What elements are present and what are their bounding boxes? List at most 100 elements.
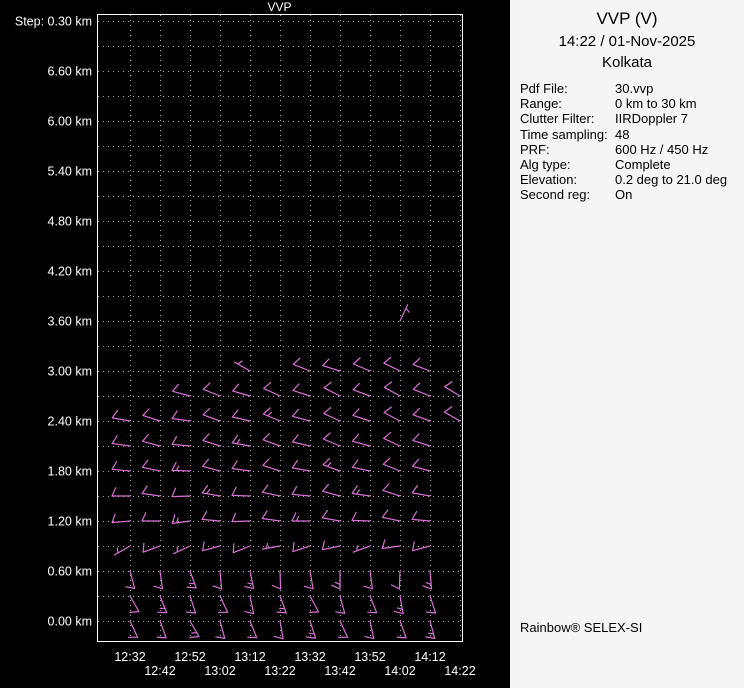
- wind-barb: [412, 541, 431, 552]
- wind-barb: [111, 513, 131, 524]
- y-tick-label: Step: 0.30 km: [15, 15, 92, 29]
- wind-barb: [111, 409, 131, 422]
- wind-barb: [352, 545, 371, 553]
- wind-barb: [321, 540, 341, 551]
- wind-barb: [291, 459, 311, 472]
- wind-barb: [141, 512, 161, 522]
- wind-barb: [292, 383, 311, 397]
- y-tick-label: 6.00 km: [48, 115, 92, 129]
- wind-barb: [382, 483, 401, 497]
- wind-barb: [383, 381, 401, 397]
- y-tick-label: 5.40 km: [48, 165, 92, 179]
- wind-barb: [201, 511, 221, 522]
- info-value: 0 km to 30 km: [615, 96, 697, 112]
- vvp-window: VVP Step: 0.30 km 6.60 km 6.00 km 5.40 km 4.8…: [0, 0, 744, 688]
- info-row-elevation: Elevation: 0.2 deg to 21.0 deg: [520, 172, 744, 187]
- wind-barb: [142, 542, 161, 553]
- wind-barb: [323, 407, 341, 422]
- y-tick-label: 1.80 km: [48, 465, 92, 479]
- wind-barb: [352, 408, 371, 422]
- wind-barb: [186, 595, 197, 614]
- wind-barb: [262, 432, 281, 447]
- wind-barb: [412, 382, 431, 397]
- x-tick-label: 14:12: [414, 650, 445, 664]
- info-row-prf: PRF: 600 Hz / 450 Hz: [520, 142, 744, 157]
- info-row-range: Range: 0 km to 30 km: [520, 96, 744, 111]
- wind-barb: [292, 408, 311, 422]
- brand-footer: Rainbow® SELEX-SI: [520, 620, 643, 635]
- wind-barb: [352, 382, 371, 397]
- y-tick-label: 0.00 km: [48, 615, 92, 629]
- wind-barb: [262, 458, 281, 472]
- info-label: Time sampling:: [520, 126, 608, 142]
- wind-barb: [232, 543, 251, 554]
- info-row-time-sampling: Time sampling: 48: [520, 127, 744, 142]
- wind-barb: [202, 382, 221, 397]
- y-tick-label: 6.60 km: [48, 65, 92, 79]
- wind-barb: [322, 358, 341, 372]
- wind-barb: [306, 620, 317, 639]
- wind-barb: [261, 484, 281, 497]
- wind-barb: [444, 381, 461, 397]
- info-label: Second reg:: [520, 187, 591, 203]
- wind-barb: [271, 570, 282, 590]
- info-row-pdf-file: Pdf File: 30.vvp: [520, 81, 744, 96]
- wind-barb: [426, 595, 437, 614]
- wind-barb: [338, 620, 349, 638]
- info-panel: VVP (V) 14:22 / 01-Nov-2025 Kolkata Pdf …: [510, 0, 744, 688]
- x-tick-label: 13:02: [204, 664, 235, 678]
- x-tick-label: 13:32: [294, 650, 325, 664]
- wind-barb: [412, 357, 431, 372]
- wind-barb: [202, 541, 221, 552]
- wind-barb: [247, 620, 258, 639]
- info-row-alg-type: Alg type: Complete: [520, 157, 744, 172]
- x-tick-label: 13:22: [264, 664, 295, 678]
- wind-barb: [244, 570, 255, 590]
- wind-barb: [231, 512, 251, 523]
- y-tick-label: 0.60 km: [48, 565, 92, 579]
- info-label: Alg type:: [520, 157, 571, 173]
- wind-barb: [111, 461, 131, 472]
- wind-barb: [399, 304, 410, 322]
- wind-barb: [153, 570, 164, 590]
- wind-barb: [202, 458, 221, 472]
- wind-barb: [244, 595, 255, 615]
- wind-barb: [129, 595, 140, 613]
- wind-barb: [171, 487, 191, 498]
- wind-barb: [352, 357, 371, 372]
- wind-barb: [411, 484, 431, 497]
- wind-barb: [113, 545, 131, 556]
- wind-barb: [142, 433, 161, 447]
- wind-barb: [142, 408, 161, 422]
- wind-barb: [351, 485, 371, 497]
- x-tick-label: 13:12: [234, 650, 265, 664]
- wind-barb: [173, 545, 191, 555]
- y-axis-labels: Step: 0.30 km 6.60 km 6.00 km 5.40 km 4.80 k…: [15, 15, 92, 629]
- info-label: PRF:: [520, 141, 550, 157]
- wind-barb: [292, 542, 311, 553]
- wind-barb: [141, 459, 161, 472]
- wind-barb: [276, 595, 287, 614]
- info-value: 48: [615, 126, 630, 142]
- wind-barb: [443, 406, 461, 422]
- wind-barb: [202, 407, 221, 422]
- wind-barb: [231, 434, 251, 447]
- wind-barb: [189, 620, 200, 638]
- wind-barbs: [111, 304, 461, 640]
- x-axis-labels: 12:3212:4212:5213:0213:1213:2213:3213:42…: [114, 650, 475, 678]
- wind-barb: [303, 570, 314, 590]
- wind-barb: [261, 510, 281, 522]
- wind-barb: [393, 595, 404, 615]
- wind-barb: [322, 432, 341, 447]
- wind-barb: [171, 461, 191, 472]
- info-value: On: [615, 187, 633, 203]
- wind-barb: [322, 483, 341, 497]
- plot-title: VVP: [267, 0, 291, 14]
- wind-barb: [111, 487, 131, 497]
- wind-barb: [212, 570, 223, 590]
- plot-border: [97, 14, 463, 642]
- x-tick-label: 14:22: [444, 664, 475, 678]
- wind-barb: [171, 410, 191, 422]
- wind-barb: [367, 595, 378, 614]
- wind-barb: [201, 484, 221, 497]
